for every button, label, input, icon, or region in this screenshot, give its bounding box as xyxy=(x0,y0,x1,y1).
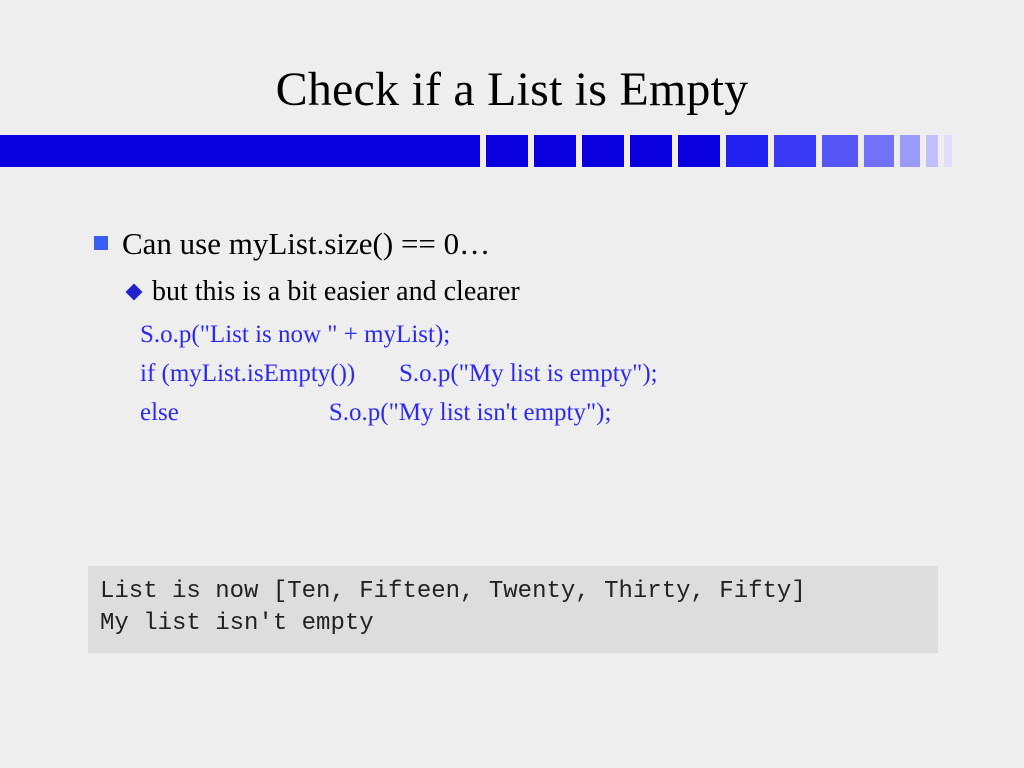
ribbon-segment xyxy=(726,135,768,167)
ribbon-segment xyxy=(926,135,938,167)
ribbon-segment xyxy=(582,135,624,167)
slide-title: Check if a List is Empty xyxy=(0,0,1024,135)
slide: Check if a List is Empty Can use myList.… xyxy=(0,0,1024,768)
bullet-level-2: but this is a bit easier and clearer xyxy=(128,274,954,310)
bullet-main-text: Can use myList.size() == 0… xyxy=(122,225,490,264)
square-bullet-icon xyxy=(94,236,108,250)
ribbon-segment xyxy=(774,135,816,167)
output-line-2: My list isn't empty xyxy=(100,608,926,640)
ribbon-segment xyxy=(534,135,576,167)
diamond-bullet-icon xyxy=(126,283,143,300)
ribbon-segment xyxy=(630,135,672,167)
output-box: List is now [Ten, Fifteen, Twenty, Thirt… xyxy=(88,566,938,653)
slide-content: Can use myList.size() == 0… but this is … xyxy=(0,167,1024,432)
bullet-sub-text: but this is a bit easier and clearer xyxy=(152,274,520,310)
decorative-ribbon xyxy=(0,135,1024,167)
ribbon-segment xyxy=(900,135,920,167)
ribbon-segment xyxy=(822,135,858,167)
code-line-3: else S.o.p("My list isn't empty"); xyxy=(140,394,954,433)
bullet-level-1: Can use myList.size() == 0… xyxy=(94,225,954,264)
ribbon-segment xyxy=(0,135,480,167)
ribbon-segment xyxy=(864,135,894,167)
ribbon-segment xyxy=(944,135,952,167)
code-line-2: if (myList.isEmpty()) S.o.p("My list is … xyxy=(140,355,954,394)
code-line-1: S.o.p("List is now " + myList); xyxy=(140,316,954,355)
ribbon-segment xyxy=(678,135,720,167)
ribbon-segment xyxy=(486,135,528,167)
output-line-1: List is now [Ten, Fifteen, Twenty, Thirt… xyxy=(100,576,926,608)
code-block: S.o.p("List is now " + myList); if (myLi… xyxy=(140,316,954,432)
